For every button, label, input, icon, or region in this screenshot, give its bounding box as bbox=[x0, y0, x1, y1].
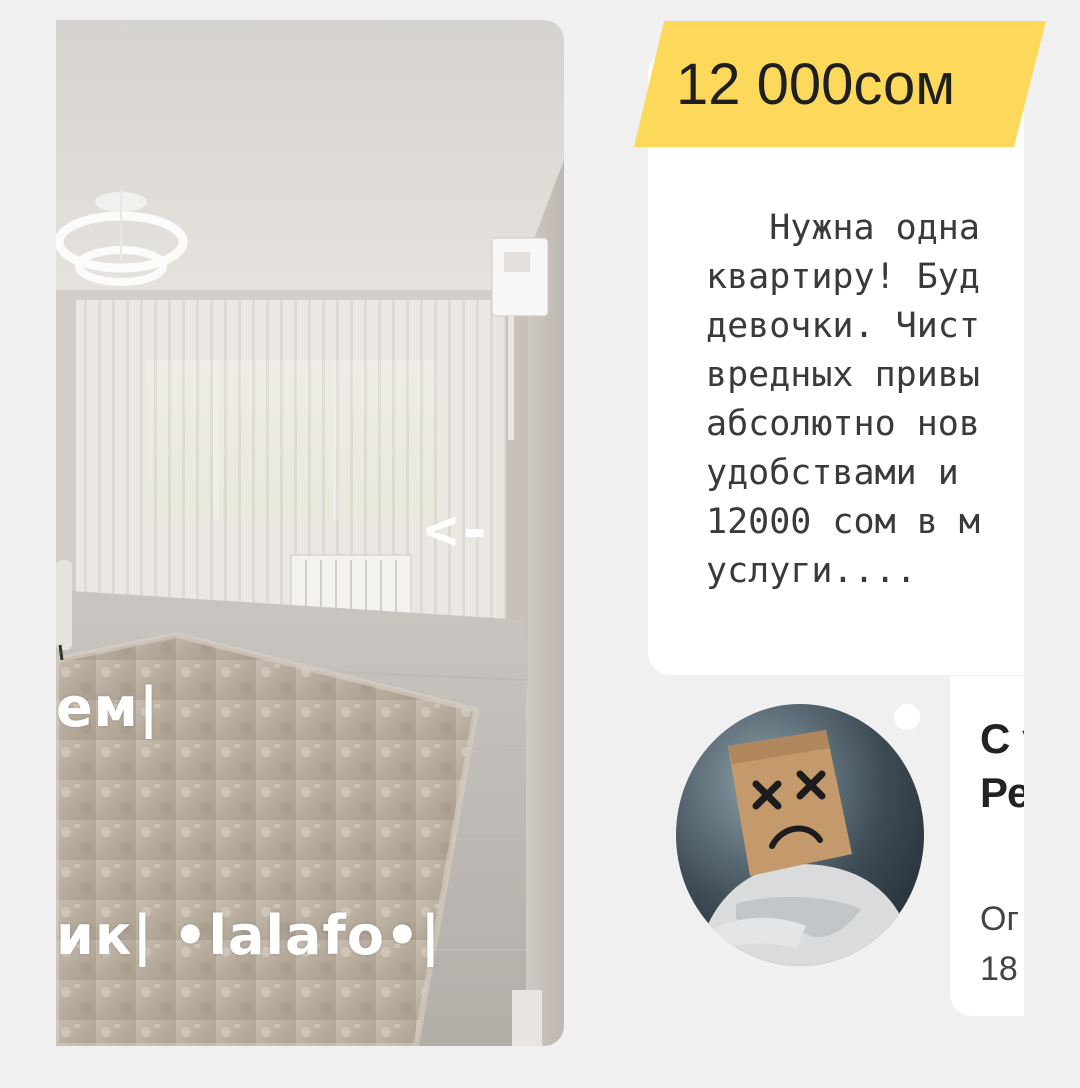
seller-card[interactable]: С у Ре Ог 18 bbox=[950, 676, 1024, 1016]
photo-watermark-line-1: ем| bbox=[56, 676, 160, 739]
listing-photo[interactable]: <- ем| ик| •lalafo•| bbox=[56, 20, 564, 1046]
online-dot-icon bbox=[894, 704, 920, 730]
paper-bag-avatar-icon bbox=[676, 704, 924, 966]
photo-watermark-line-2: ик| •lalafo•| bbox=[56, 904, 442, 967]
price-tag: 12 000сом bbox=[634, 21, 1046, 147]
seller-avatar[interactable] bbox=[676, 704, 924, 966]
listing-description: Нужна одна квартиру! Буд девочки. Чист в… bbox=[706, 208, 980, 591]
listing-price: 12 000сом bbox=[676, 52, 956, 117]
arrow-annotation: <- bbox=[424, 498, 492, 563]
seller-name: С у Ре bbox=[980, 715, 1024, 816]
seller-meta: Ог 18 bbox=[980, 900, 1019, 988]
